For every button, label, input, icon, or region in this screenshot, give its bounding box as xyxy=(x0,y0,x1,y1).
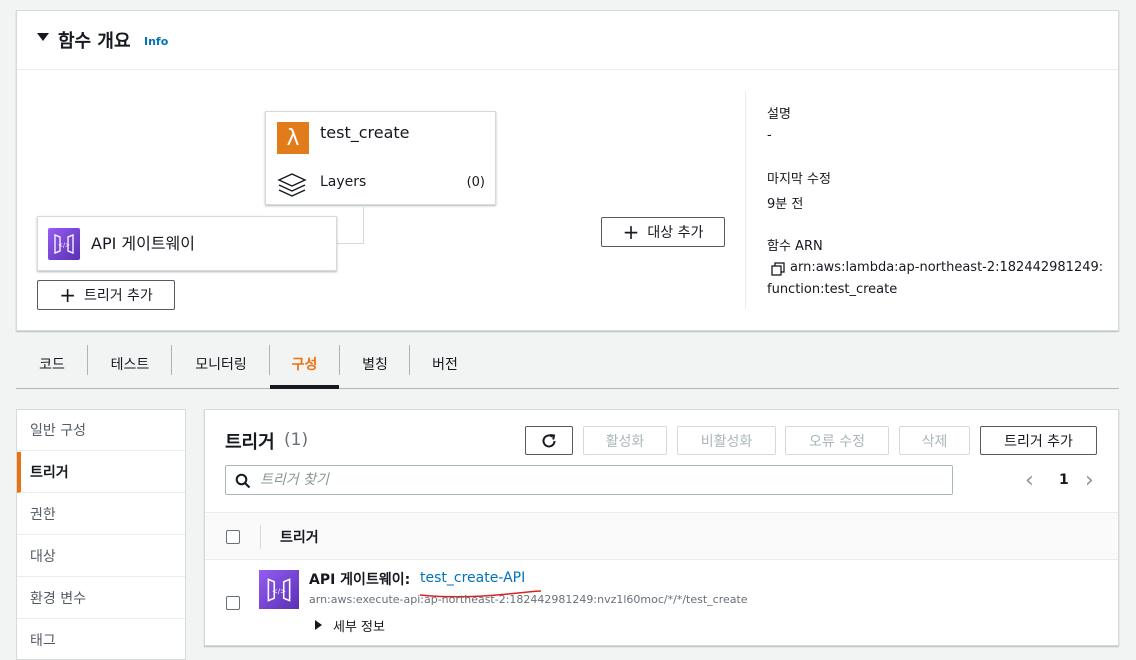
svg-text:</>: </> xyxy=(272,586,286,595)
connector-line xyxy=(363,205,364,243)
layers-count: (0) xyxy=(466,175,485,190)
tab-aliases[interactable]: 별칭 xyxy=(340,340,410,388)
trigger-row-title: API 게이트웨이: xyxy=(309,572,411,588)
description-value: - xyxy=(767,128,772,143)
lambda-icon: λ xyxy=(277,122,309,154)
function-arn-value: function:test_create xyxy=(767,282,898,297)
info-link[interactable]: Info xyxy=(144,35,168,48)
select-all-checkbox[interactable] xyxy=(226,530,240,544)
tab-test[interactable]: 테스트 xyxy=(88,340,172,388)
svg-text:</>: </> xyxy=(58,242,70,249)
trigger-name: API 게이트웨이 xyxy=(91,234,195,253)
fix-errors-button[interactable]: 오류 수정 xyxy=(785,426,889,455)
add-trigger-button[interactable]: 트리거 추가 xyxy=(980,426,1097,455)
table-header: 트리거 xyxy=(205,512,1118,560)
connector-line xyxy=(337,243,364,244)
search-input[interactable] xyxy=(260,470,940,490)
caret-right-icon[interactable] xyxy=(315,620,322,630)
column-header-trigger: 트리거 xyxy=(280,530,319,546)
sidenav-item-general[interactable]: 일반 구성 xyxy=(17,410,185,451)
function-name: test_create xyxy=(320,123,410,142)
copy-icon[interactable] xyxy=(771,262,785,276)
sidenav-item-destinations[interactable]: 대상 xyxy=(17,536,185,577)
disable-button[interactable]: 비활성화 xyxy=(677,426,776,455)
add-trigger-button[interactable]: + 트리거 추가 xyxy=(37,280,175,310)
api-gateway-icon: </> xyxy=(259,570,299,609)
chevron-right-icon[interactable]: › xyxy=(1085,468,1094,493)
description-label: 설명 xyxy=(767,107,791,122)
api-gateway-icon: </> xyxy=(48,228,80,260)
layers-icon xyxy=(277,173,307,197)
triggers-panel: 트리거 (1) 활성화 비활성화 오류 수정 삭제 트리거 추가 ‹ 1 › 트… xyxy=(204,409,1119,646)
divider xyxy=(745,91,746,309)
last-modified-value: 9분 전 xyxy=(767,197,804,212)
api-gateway-trigger-card[interactable]: </> API 게이트웨이 xyxy=(37,216,337,271)
tab-monitoring[interactable]: 모니터링 xyxy=(172,340,270,388)
last-modified-label: 마지막 수정 xyxy=(767,172,831,187)
add-destination-button[interactable]: + 대상 추가 xyxy=(601,217,725,247)
function-arn-label: 함수 ARN xyxy=(767,239,823,254)
triggers-count: (1) xyxy=(284,430,309,450)
enable-button[interactable]: 활성화 xyxy=(583,426,667,455)
sidenav-item-tags[interactable]: 태그 xyxy=(17,620,185,660)
trigger-row-link[interactable]: test_create-API xyxy=(420,570,525,586)
function-arn-value: arn:aws:lambda:ap-northeast-2:1824429812… xyxy=(790,260,1104,275)
plus-icon: + xyxy=(59,283,76,307)
overview-title: 함수 개요 xyxy=(58,31,131,52)
layers-label[interactable]: Layers xyxy=(320,174,366,190)
page-number[interactable]: 1 xyxy=(1059,472,1069,488)
sidenav-item-environment-variables[interactable]: 환경 변수 xyxy=(17,578,185,619)
refresh-icon xyxy=(542,433,556,447)
function-card[interactable]: λ test_create Layers (0) xyxy=(265,111,496,205)
configuration-sidenav: 일반 구성 트리거 권한 대상 환경 변수 태그 xyxy=(16,409,186,660)
function-tabs: 코드 테스트 모니터링 구성 별칭 버전 xyxy=(16,340,1119,389)
details-toggle[interactable]: 세부 정보 xyxy=(333,616,385,635)
column-separator xyxy=(260,525,261,549)
function-overview-panel: 함수 개요 Info λ test_create Layers (0) </> … xyxy=(16,10,1119,331)
add-trigger-label: 트리거 추가 xyxy=(83,288,153,304)
search-icon xyxy=(235,473,251,489)
refresh-button[interactable] xyxy=(525,426,573,455)
caret-down-icon[interactable] xyxy=(37,33,49,41)
chevron-left-icon[interactable]: ‹ xyxy=(1025,468,1034,493)
overview-header[interactable]: 함수 개요 Info xyxy=(17,11,1118,70)
trigger-search-box[interactable] xyxy=(225,465,953,495)
row-checkbox[interactable] xyxy=(226,596,240,610)
tab-code[interactable]: 코드 xyxy=(16,340,88,388)
triggers-title: 트리거 xyxy=(225,432,275,453)
trigger-row-arn: arn:aws:execute-api:ap-northeast-2:18244… xyxy=(309,593,748,606)
tab-versions[interactable]: 버전 xyxy=(410,340,480,388)
plus-icon: + xyxy=(622,220,640,244)
sidenav-item-permissions[interactable]: 권한 xyxy=(17,494,185,535)
add-destination-label: 대상 추가 xyxy=(647,225,704,241)
tab-configuration[interactable]: 구성 xyxy=(270,340,339,389)
sidenav-item-triggers[interactable]: 트리거 xyxy=(17,452,185,493)
delete-button[interactable]: 삭제 xyxy=(899,426,970,455)
